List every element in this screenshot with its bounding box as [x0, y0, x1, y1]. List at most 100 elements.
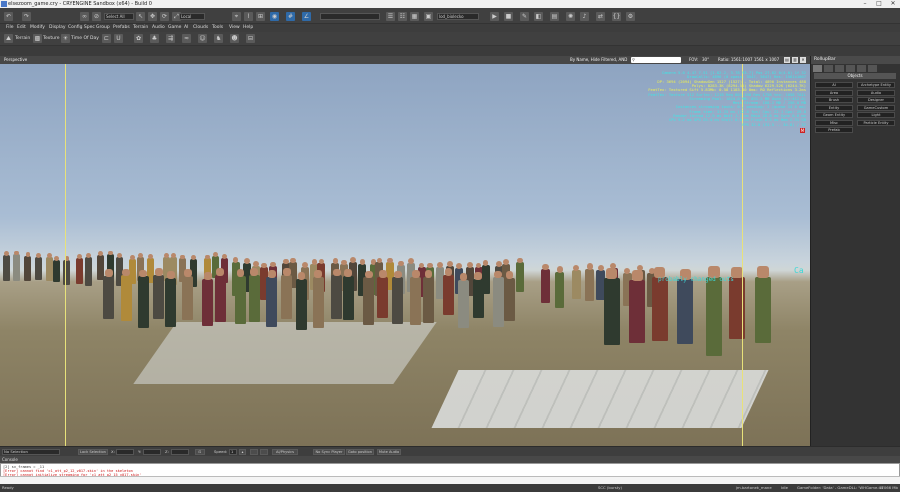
layers-tab-icon[interactable] [857, 65, 866, 72]
texture-icon[interactable]: ▩ [33, 34, 42, 43]
time-of-day-button[interactable]: Time Of Day [71, 35, 99, 43]
menu-game[interactable]: Game [168, 24, 181, 32]
unlink-icon[interactable]: ⊘ [92, 12, 101, 21]
rollup-object-button[interactable]: Archetype Entity [857, 82, 895, 88]
text-icon[interactable]: U [114, 34, 123, 43]
objects-section-header[interactable]: Objects [814, 73, 896, 79]
particle-icon[interactable]: ✺ [566, 12, 575, 21]
facial-icon[interactable]: ☻ [230, 34, 239, 43]
layer-dropdown[interactable] [320, 13, 380, 20]
viewport-options-icon[interactable]: ▤ [784, 57, 790, 63]
selection-filter-dropdown[interactable]: Select All [104, 13, 134, 20]
menu-clouds[interactable]: Clouds [193, 24, 208, 32]
rollup-object-button[interactable]: GameCustom [857, 104, 895, 111]
editor-icon[interactable]: ✎ [520, 12, 529, 21]
terrain-button[interactable]: Terrain [15, 35, 30, 43]
rollup-object-button[interactable]: Misc [815, 119, 853, 126]
terrain-snap-icon[interactable]: ⌇ [244, 12, 253, 21]
rollup-object-button[interactable]: Designer [857, 97, 895, 103]
x-field[interactable] [116, 449, 134, 455]
rollup-object-button[interactable]: Entity [815, 104, 853, 111]
rollup-object-button[interactable]: Light [857, 112, 895, 118]
mute-audio-toggle[interactable]: Mute Audio [377, 449, 401, 455]
rollup-object-button[interactable]: AI [815, 82, 853, 88]
river-icon[interactable]: ≈ [182, 34, 191, 43]
y-field[interactable] [143, 449, 161, 455]
menu-group[interactable]: Group [96, 24, 110, 32]
settings-icon[interactable]: ⚙ [626, 12, 635, 21]
menu-help[interactable]: Help [243, 24, 253, 32]
lock-selection-button[interactable]: Lock Selection [78, 449, 108, 455]
rollup-object-button[interactable]: Prefab [815, 127, 853, 133]
road-icon[interactable]: ⇶ [166, 34, 175, 43]
menu-ai[interactable]: AI [184, 24, 188, 32]
menu-config-spec[interactable]: Config Spec [68, 24, 95, 32]
flowgraph-icon[interactable]: ⇄ [596, 12, 605, 21]
console-input[interactable] [0, 476, 900, 484]
redo-icon[interactable]: ↷ [22, 12, 31, 21]
level-icon[interactable]: ▣ [424, 12, 433, 21]
physics-icon[interactable]: ☰ [386, 12, 395, 21]
level-name-field[interactable]: lod_biolecko [437, 13, 479, 20]
database-icon[interactable]: ▤ [550, 12, 559, 21]
menu-prefabs[interactable]: Prefabs [113, 24, 130, 32]
viewport-label[interactable]: Perspective [4, 56, 27, 64]
grid-icon[interactable]: # [286, 12, 295, 21]
coordinate-system-dropdown[interactable]: Local [179, 13, 205, 20]
ai-physics-toggle[interactable]: AI/Physics [272, 449, 298, 455]
menu-edit[interactable]: Edit [17, 24, 26, 32]
viewport-search-input[interactable]: ⚲ [631, 57, 681, 63]
texture-button[interactable]: Texture [43, 35, 59, 43]
move-icon[interactable]: ✥ [148, 12, 157, 21]
animation-icon[interactable]: ♞ [214, 34, 223, 43]
select-icon[interactable]: ↖ [136, 12, 145, 21]
sync-player-toggle[interactable]: No Sync Player [313, 449, 345, 455]
terrain-icon[interactable]: ⛰ [4, 34, 13, 43]
objects-tab-icon[interactable] [813, 65, 822, 72]
menu-tools[interactable]: Tools [212, 24, 223, 32]
vegetation-icon[interactable]: ♣ [150, 34, 159, 43]
align-left-icon[interactable]: ⊏ [102, 34, 111, 43]
maximize-button[interactable]: □ [872, 0, 886, 8]
layers-icon[interactable]: ▦ [410, 12, 419, 21]
time-of-day-icon[interactable]: ☀ [61, 34, 70, 43]
rollup-object-button[interactable]: Geom Entity [815, 112, 853, 118]
fov-value[interactable]: 30° [702, 56, 709, 64]
ai-icon[interactable]: ☷ [398, 12, 407, 21]
menu-audio[interactable]: Audio [152, 24, 165, 32]
rollup-object-button[interactable]: Brush [815, 97, 853, 103]
terrain-tab-icon[interactable] [824, 65, 833, 72]
viewport-lock-icon[interactable]: ▥ [792, 57, 798, 63]
sound-icon[interactable]: ♪ [580, 12, 589, 21]
modify-tab-icon[interactable] [835, 65, 844, 72]
menu-view[interactable]: View [229, 24, 240, 32]
menu-terrain[interactable]: Terrain [133, 24, 148, 32]
close-button[interactable]: ✕ [886, 0, 900, 8]
z-field[interactable] [171, 449, 189, 455]
rollup-object-button[interactable]: Area [815, 89, 853, 96]
menu-file[interactable]: File [6, 24, 14, 32]
speed-preset-2[interactable] [260, 449, 268, 455]
solids-tab-icon[interactable] [868, 65, 877, 72]
play-icon[interactable]: ▶ [490, 12, 499, 21]
menu-display[interactable]: Display [49, 24, 66, 32]
goto-position-button[interactable]: Goto position [346, 449, 374, 455]
material-icon[interactable]: ◧ [534, 12, 543, 21]
undo-icon[interactable]: ↶ [4, 12, 13, 21]
speed-spinner-icon[interactable]: ▴ [239, 449, 246, 455]
minimize-button[interactable]: – [858, 0, 872, 8]
perspective-viewport[interactable]: Camera 5.0 4.47 7.51 [1-82.2, 3.78 93.7]… [0, 64, 810, 446]
error-marker-icon[interactable]: M [800, 128, 805, 133]
script-icon[interactable]: {} [612, 12, 621, 21]
brush-icon[interactable]: ✿ [134, 34, 143, 43]
measure-icon[interactable]: ⊟ [246, 34, 255, 43]
stop-icon[interactable]: ■ [504, 12, 513, 21]
viewport-close-icon[interactable]: ✕ [800, 57, 806, 63]
camera-icon[interactable]: ◉ [270, 12, 279, 21]
rollup-object-button[interactable]: Particle Entity [857, 119, 895, 126]
rotate-icon[interactable]: ⟳ [160, 12, 169, 21]
menu-modify[interactable]: Modify [30, 24, 45, 32]
character-icon[interactable]: ☺ [198, 34, 207, 43]
xyz-lock-icon[interactable]: ⊡ [195, 449, 205, 455]
speed-preset-1[interactable] [250, 449, 258, 455]
